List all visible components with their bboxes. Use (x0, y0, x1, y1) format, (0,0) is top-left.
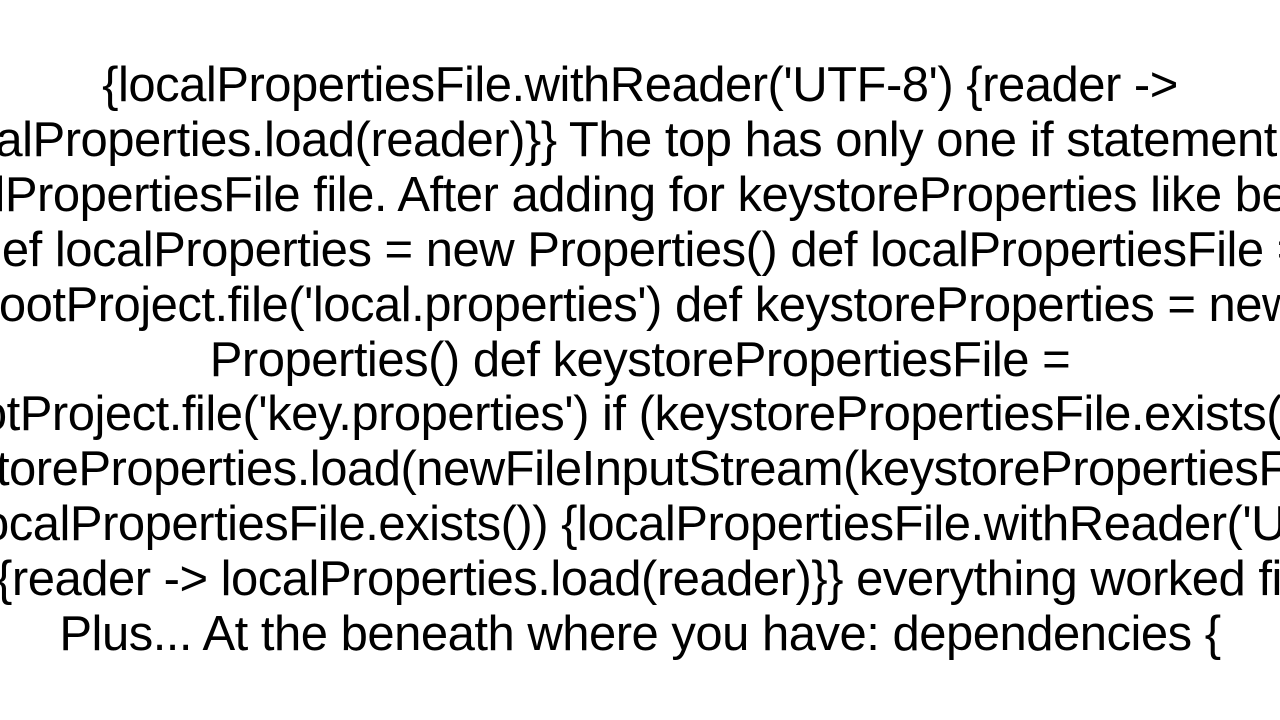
body-text: {localPropertiesFile.withReader('UTF-8')… (0, 58, 1280, 662)
document-body: {localPropertiesFile.withReader('UTF-8')… (0, 0, 1280, 720)
